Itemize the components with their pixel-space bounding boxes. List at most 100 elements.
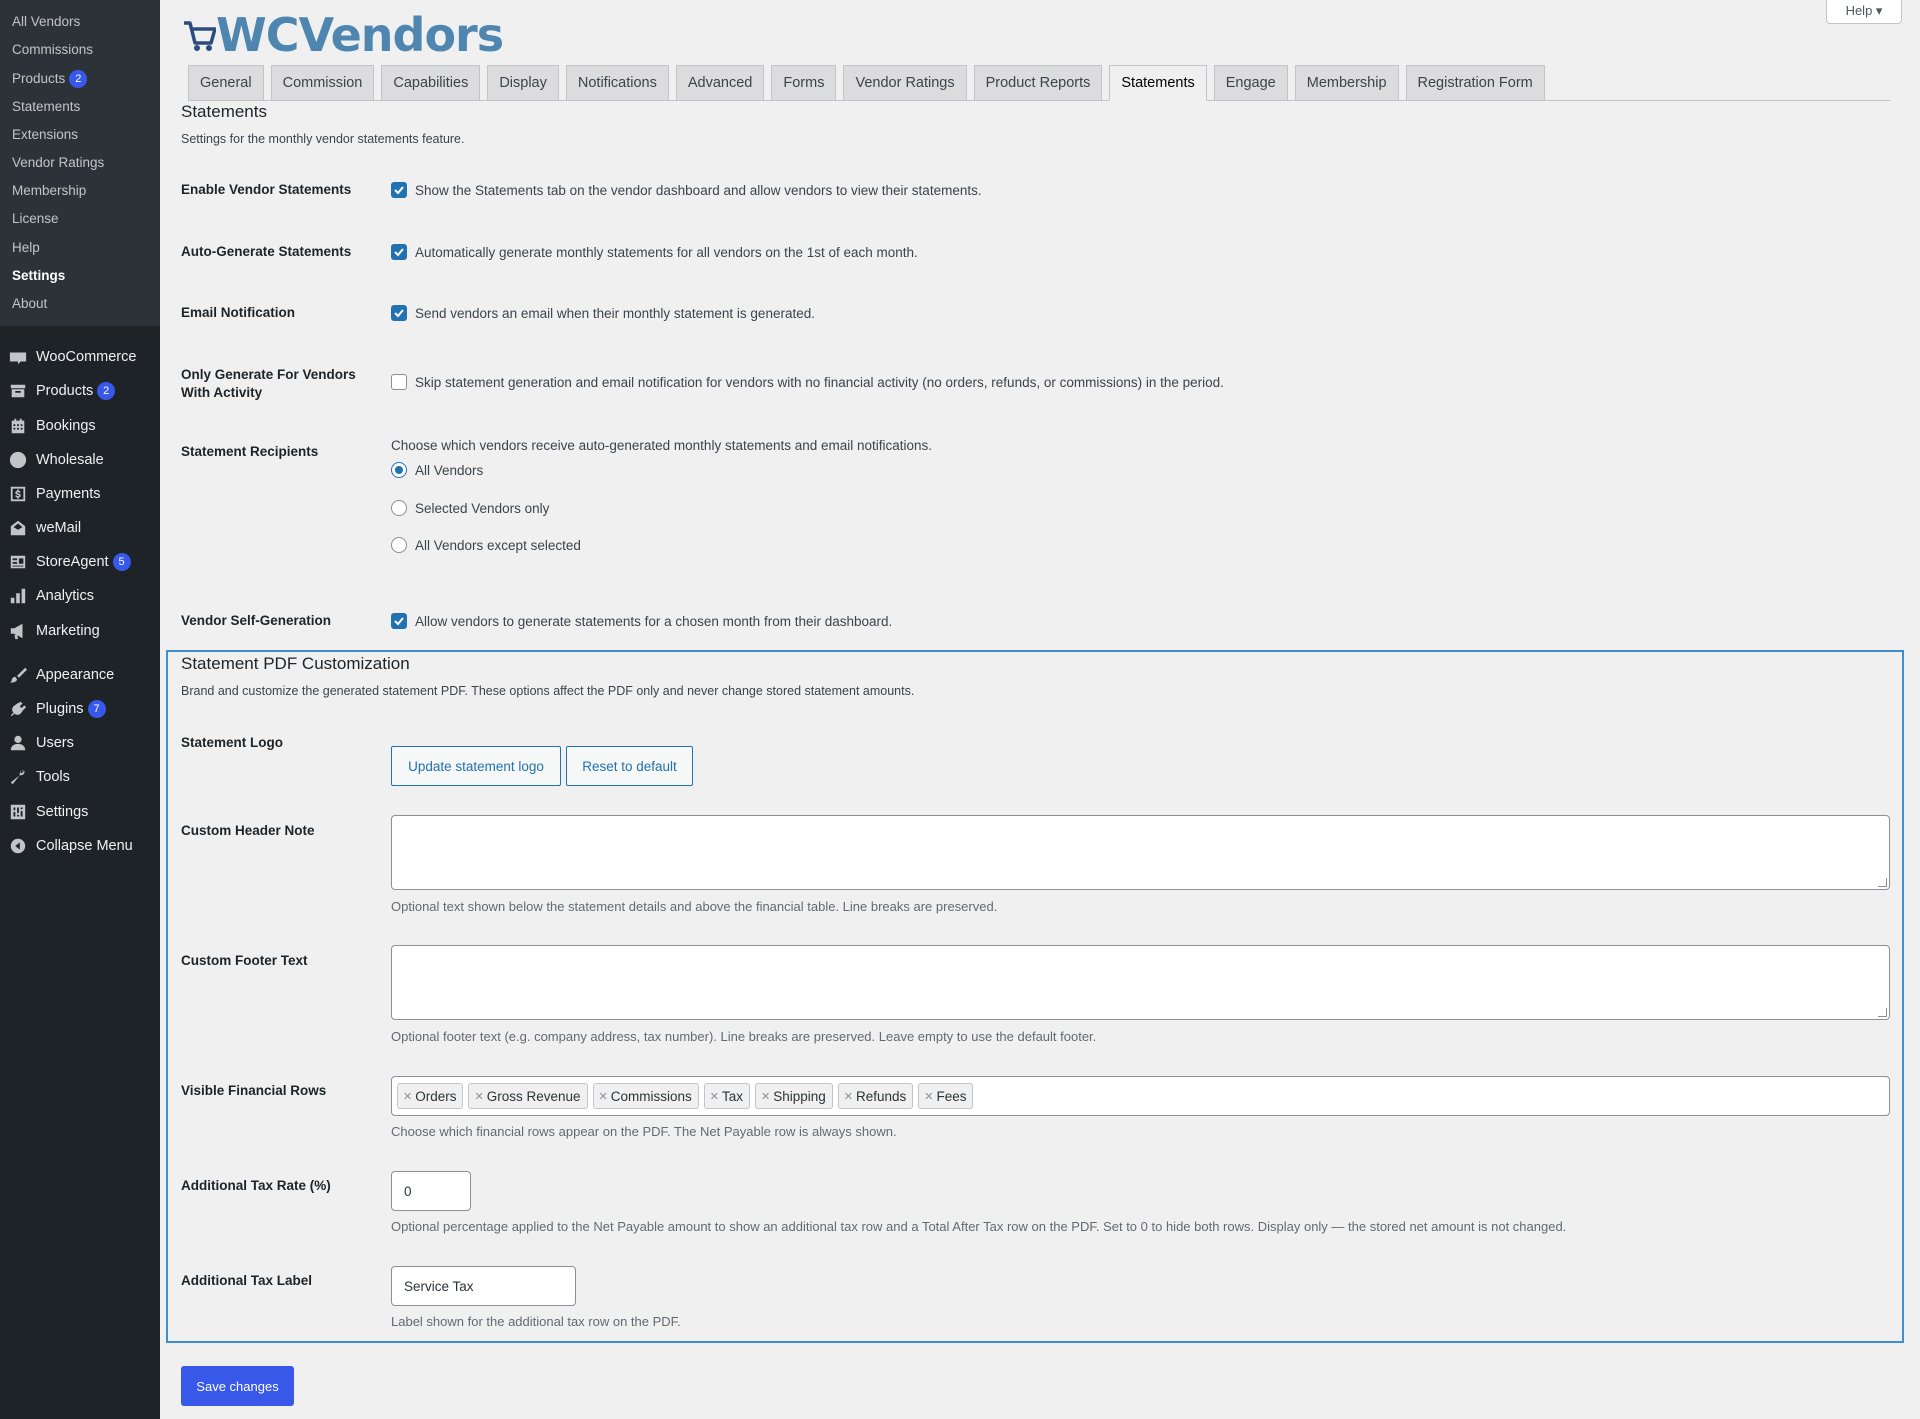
financial-rows-help: Choose which financial rows appear on th… — [391, 1124, 897, 1139]
submenu-commissions[interactable]: Commissions — [0, 36, 160, 64]
tab-vendor-ratings[interactable]: Vendor Ratings — [843, 65, 967, 101]
enable-statements-option: Show the Statements tab on the vendor da… — [391, 182, 982, 198]
menu-analytics[interactable]: Analytics — [0, 579, 160, 613]
tag-refunds[interactable]: ✕ Refunds — [837, 1083, 914, 1109]
submenu-help[interactable]: Help — [0, 234, 160, 262]
menu-storeagent[interactable]: StoreAgent 5 — [0, 545, 160, 579]
user-icon — [8, 733, 28, 753]
recipients-radio-all[interactable] — [391, 462, 407, 478]
menu-settings[interactable]: Settings — [0, 795, 160, 829]
tab-advanced[interactable]: Advanced — [675, 65, 765, 101]
recipients-option-except: All Vendors except selected — [391, 537, 581, 553]
email-notification-checkbox[interactable] — [391, 305, 407, 321]
submenu-license[interactable]: License — [0, 205, 160, 233]
submenu-all-vendors[interactable]: All Vendors — [0, 8, 160, 36]
recipients-label: Statement Recipients — [181, 444, 319, 459]
remove-icon[interactable]: ✕ — [474, 1090, 483, 1103]
recipients-option-all: All Vendors — [391, 462, 483, 478]
tax-label-help: Label shown for the additional tax row o… — [391, 1314, 681, 1329]
wholesale-icon — [8, 450, 28, 470]
menu-users[interactable]: Users — [0, 726, 160, 760]
tab-membership[interactable]: Membership — [1294, 65, 1399, 101]
remove-icon[interactable]: ✕ — [710, 1090, 719, 1103]
submenu-settings[interactable]: Settings — [0, 262, 160, 290]
tab-product-reports[interactable]: Product Reports — [973, 65, 1103, 101]
count-badge: 7 — [87, 700, 106, 719]
tag-shipping[interactable]: ✕ Shipping — [754, 1083, 833, 1109]
remove-icon[interactable]: ✕ — [844, 1090, 853, 1103]
submenu-membership[interactable]: Membership — [0, 177, 160, 205]
section-title-statements: Statements — [181, 102, 267, 121]
menu-collapse[interactable]: Collapse Menu — [0, 829, 160, 863]
tag-orders[interactable]: ✕ Orders — [397, 1083, 464, 1109]
tab-capabilities[interactable]: Capabilities — [381, 65, 481, 101]
recipients-radio-selected[interactable] — [391, 500, 407, 516]
email-notification-label: Email Notification — [181, 305, 296, 320]
remove-icon[interactable]: ✕ — [761, 1090, 770, 1103]
self-generation-checkbox[interactable] — [391, 613, 407, 629]
tab-display[interactable]: Display — [487, 65, 559, 101]
tab-commission[interactable]: Commission — [270, 65, 375, 101]
auto-generate-label: Auto-Generate Statements — [181, 244, 352, 259]
update-logo-button[interactable]: Update statement logo — [391, 746, 561, 786]
tag-gross-revenue[interactable]: ✕ Gross Revenue — [468, 1083, 588, 1109]
statement-logo-label: Statement Logo — [181, 735, 284, 750]
submenu-products[interactable]: Products 2 — [0, 64, 160, 92]
calendar-icon — [8, 416, 28, 436]
wcvendors-submenu: All Vendors Commissions Products 2 Statem… — [0, 0, 160, 327]
financial-rows-select[interactable]: ✕ Orders ✕ Gross Revenue ✕ Commissions ✕ Tax… — [391, 1076, 1890, 1116]
activity-only-checkbox[interactable] — [391, 374, 407, 390]
menu-bookings[interactable]: Bookings — [0, 408, 160, 442]
header-note-textarea[interactable] — [391, 815, 1890, 890]
footer-text-help: Optional footer text (e.g. company addre… — [391, 1029, 1097, 1044]
menu-woocommerce[interactable]: WooCommerce — [0, 340, 160, 374]
help-tab-button[interactable]: Help ▾ — [1826, 0, 1902, 24]
submenu-extensions[interactable]: Extensions — [0, 121, 160, 149]
count-badge: 2 — [69, 70, 88, 89]
remove-icon[interactable]: ✕ — [403, 1090, 412, 1103]
activity-only-label: Only Generate For Vendors With Activity — [181, 367, 356, 400]
tax-label-input[interactable]: Service Tax — [391, 1266, 576, 1306]
menu-marketing[interactable]: Marketing — [0, 614, 160, 648]
tab-forms[interactable]: Forms — [771, 65, 837, 101]
menu-products[interactable]: Products 2 — [0, 374, 160, 408]
tag-tax[interactable]: ✕ Tax — [703, 1083, 750, 1109]
submenu-about[interactable]: About — [0, 290, 160, 318]
count-badge: 5 — [112, 553, 131, 572]
self-generation-option: Allow vendors to generate statements for… — [391, 613, 892, 629]
save-changes-button[interactable]: Save changes — [181, 1366, 294, 1406]
tab-statements[interactable]: Statements — [1109, 65, 1207, 101]
woocommerce-icon — [8, 347, 28, 367]
enable-statements-checkbox[interactable] — [391, 182, 407, 198]
recipients-radio-except[interactable] — [391, 537, 407, 553]
resize-handle-icon[interactable] — [1878, 1008, 1887, 1017]
menu-payments[interactable]: Payments — [0, 477, 160, 511]
tag-commissions[interactable]: ✕ Commissions — [592, 1083, 699, 1109]
tab-engage[interactable]: Engage — [1213, 65, 1288, 101]
remove-icon[interactable]: ✕ — [599, 1090, 608, 1103]
tag-fees[interactable]: ✕ Fees — [918, 1083, 974, 1109]
menu-appearance[interactable]: Appearance — [0, 658, 160, 692]
submenu-statements[interactable]: Statements — [0, 93, 160, 121]
menu-wemail[interactable]: weMail — [0, 511, 160, 545]
tax-rate-input[interactable]: 0 — [391, 1171, 471, 1211]
settings-icon — [8, 802, 28, 822]
tab-general[interactable]: General — [188, 65, 264, 101]
menu-wholesale[interactable]: Wholesale — [0, 443, 160, 477]
admin-sidebar: All Vendors Commissions Products 2 Statem… — [0, 0, 160, 1419]
footer-text-textarea[interactable] — [391, 945, 1890, 1020]
menu-plugins[interactable]: Plugins 7 — [0, 692, 160, 726]
menu-tools[interactable]: Tools — [0, 760, 160, 794]
resize-handle-icon[interactable] — [1878, 878, 1887, 887]
menu-separator — [0, 648, 160, 658]
auto-generate-option: Automatically generate monthly statement… — [391, 244, 918, 260]
remove-icon[interactable]: ✕ — [924, 1090, 933, 1103]
submenu-vendor-ratings[interactable]: Vendor Ratings — [0, 149, 160, 177]
section-description: Settings for the monthly vendor statemen… — [181, 132, 465, 146]
tab-registration-form[interactable]: Registration Form — [1405, 65, 1545, 101]
reset-logo-button[interactable]: Reset to default — [566, 746, 693, 786]
tab-notifications[interactable]: Notifications — [565, 65, 669, 101]
recipients-description: Choose which vendors receive auto-genera… — [391, 438, 933, 453]
auto-generate-checkbox[interactable] — [391, 244, 407, 260]
main-content: WCVendors Help ▾ General Commission Capa… — [160, 0, 1920, 1419]
